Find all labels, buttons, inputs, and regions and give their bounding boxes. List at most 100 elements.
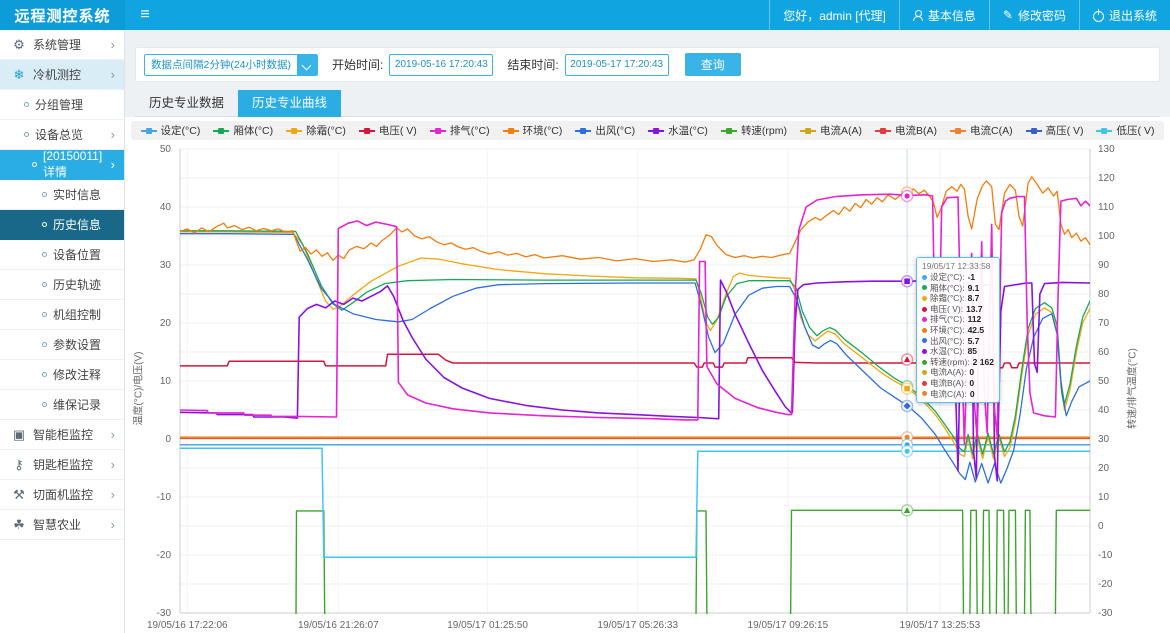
x-axis-tick-label: 19/05/17 13:25:53 (885, 620, 995, 631)
key-icon: ⚷ (12, 457, 26, 473)
chevron-right-icon: › (111, 457, 115, 472)
sidebar-item-label: 分组管理 (35, 96, 83, 113)
bullet-icon (42, 402, 47, 407)
sidebar-item[interactable]: ⚒切面机监控› (0, 480, 124, 510)
hover-marker (904, 278, 910, 284)
sidebar-item-label: 参数设置 (53, 336, 101, 353)
y-left-tick-label: -10 (125, 492, 171, 503)
chart-canvas[interactable] (125, 117, 1170, 633)
x-axis-tick-label: 19/05/17 09:26:15 (733, 620, 843, 631)
sidebar-item-label: 智慧农业 (33, 516, 81, 533)
y-right-tick-label: 20 (1098, 463, 1109, 474)
history-curve-chart[interactable]: 设定(°C)厢体(°C)除霜(°C)电压( V)排气(°C)环境(°C)出风(°… (125, 117, 1170, 633)
chart-tooltip: 19/05/17 12:33:58 设定(°C):-1厢体(°C):9.1除霜(… (916, 257, 1000, 403)
interval-select-value: 数据点间隔2分钟(24小时数据) (145, 55, 297, 75)
tooltip-series-name: 出风(°C): (930, 336, 965, 347)
y-right-tick-label: 40 (1098, 405, 1109, 416)
bullet-icon (42, 222, 47, 227)
sidebar-item-label: 设备总览 (35, 126, 83, 143)
tooltip-series-value: 5.7 (968, 336, 980, 347)
change-password-button[interactable]: ✎ 修改密码 (989, 0, 1079, 30)
sidebar-item[interactable]: 机组控制 (0, 300, 124, 330)
gear-icon: ⚙ (12, 37, 26, 53)
tooltip-series-name: 电压( V): (930, 304, 963, 315)
y-right-tick-label: 90 (1098, 260, 1109, 271)
end-time-input[interactable] (565, 54, 669, 76)
sidebar-item[interactable]: 维保记录 (0, 390, 124, 420)
y-right-tick-label: -20 (1098, 579, 1112, 590)
sidebar-item[interactable]: 修改注释 (0, 360, 124, 390)
sidebar-item[interactable]: ⚙系统管理› (0, 30, 124, 60)
tooltip-row: 厢体(°C):9.1 (922, 283, 994, 294)
sidebar-item-label: 机组控制 (53, 306, 101, 323)
tooltip-row: 电流A(A):0 (922, 367, 994, 378)
sidebar-item-label: 历史信息 (53, 216, 101, 233)
y-right-tick-label: 130 (1098, 144, 1115, 155)
tooltip-row: 转速(rpm):2 162 (922, 357, 994, 368)
y-right-tick-label: 10 (1098, 492, 1109, 503)
tooltip-timestamp: 19/05/17 12:33:58 (922, 261, 994, 271)
sidebar-item[interactable]: ▣智能柜监控› (0, 420, 124, 450)
tab-history-curve[interactable]: 历史专业曲线 (238, 90, 341, 117)
tooltip-series-dot (922, 296, 927, 301)
interval-select[interactable]: 数据点间隔2分钟(24小时数据) (144, 54, 318, 76)
sidebar-item[interactable]: ⚷钥匙柜监控› (0, 450, 124, 480)
tab-history-data[interactable]: 历史专业数据 (135, 90, 238, 117)
hamburger-menu-icon[interactable]: ≡ (125, 0, 165, 30)
hover-marker (904, 193, 909, 198)
tooltip-series-dot (922, 391, 927, 396)
bullet-icon (42, 192, 47, 197)
chevron-right-icon: › (111, 37, 115, 52)
sidebar-item[interactable]: 历史轨迹 (0, 270, 124, 300)
tooltip-row: 排气(°C):112 (922, 314, 994, 325)
user-icon (913, 10, 923, 20)
sidebar-item-label: 切面机监控 (33, 486, 93, 503)
tooltip-series-name: 电流A(A): (930, 367, 966, 378)
tooltip-series-name: 电流B(A): (930, 378, 966, 389)
sidebar-item[interactable]: [20150011]详情› (0, 150, 124, 180)
x-axis-tick-label: 19/05/17 05:26:33 (583, 620, 693, 631)
y-left-tick-label: 40 (125, 202, 171, 213)
y-left-tick-label: 10 (125, 376, 171, 387)
tab-strip: 历史专业数据 历史专业曲线 (135, 90, 1160, 117)
sidebar-item[interactable]: 实时信息 (0, 180, 124, 210)
sidebar-item-label: 设备位置 (53, 246, 101, 263)
tooltip-series-value: 0 (970, 389, 975, 400)
sidebar-item[interactable]: 分组管理 (0, 90, 124, 120)
tooltip-series-name: 电流C(A): (930, 389, 967, 400)
tooltip-series-dot (922, 275, 927, 280)
sidebar-item[interactable]: ❄冷机测控› (0, 60, 124, 90)
tooltip-series-value: 9.1 (968, 283, 980, 294)
y-right-tick-label: 70 (1098, 318, 1109, 329)
snow-icon: ❄ (12, 67, 26, 83)
query-button[interactable]: 查询 (685, 53, 741, 76)
app-title: 远程测控系统 (0, 0, 125, 30)
app-header: 远程测控系统 ≡ 您好，admin [代理] 基本信息 ✎ 修改密码 退出系统 (0, 0, 1170, 30)
sidebar-item-label: [20150011]详情 (43, 149, 111, 180)
tooltip-series-value: 112 (968, 314, 982, 325)
y-right-tick-label: 100 (1098, 231, 1115, 242)
query-toolbar: 数据点间隔2分钟(24小时数据) 开始时间: 结束时间: 查询 (135, 47, 1160, 82)
sidebar-item[interactable]: 设备位置 (0, 240, 124, 270)
y-right-tick-label: 120 (1098, 173, 1115, 184)
sidebar-item-label: 历史轨迹 (53, 276, 101, 293)
chevron-right-icon: › (111, 67, 115, 82)
bullet-icon (42, 282, 47, 287)
tooltip-series-name: 除霜(°C): (930, 293, 965, 304)
bullet-icon (24, 132, 29, 137)
tooltip-series-dot (922, 317, 927, 322)
sidebar-item[interactable]: ☘智慧农业› (0, 510, 124, 540)
logout-button[interactable]: 退出系统 (1079, 0, 1170, 30)
tooltip-series-dot (922, 285, 927, 290)
sidebar-item[interactable]: 参数设置 (0, 330, 124, 360)
start-time-input[interactable] (389, 54, 493, 76)
sidebar-item-label: 智能柜监控 (33, 426, 93, 443)
basic-info-button[interactable]: 基本信息 (899, 0, 989, 30)
sidebar-item-label: 实时信息 (53, 186, 101, 203)
bullet-icon (42, 372, 47, 377)
tooltip-series-dot (922, 381, 927, 386)
sidebar-item[interactable]: 设备总览› (0, 120, 124, 150)
sidebar-item[interactable]: 历史信息 (0, 210, 124, 240)
change-password-label: 修改密码 (1018, 7, 1066, 24)
tooltip-series-dot (922, 307, 927, 312)
